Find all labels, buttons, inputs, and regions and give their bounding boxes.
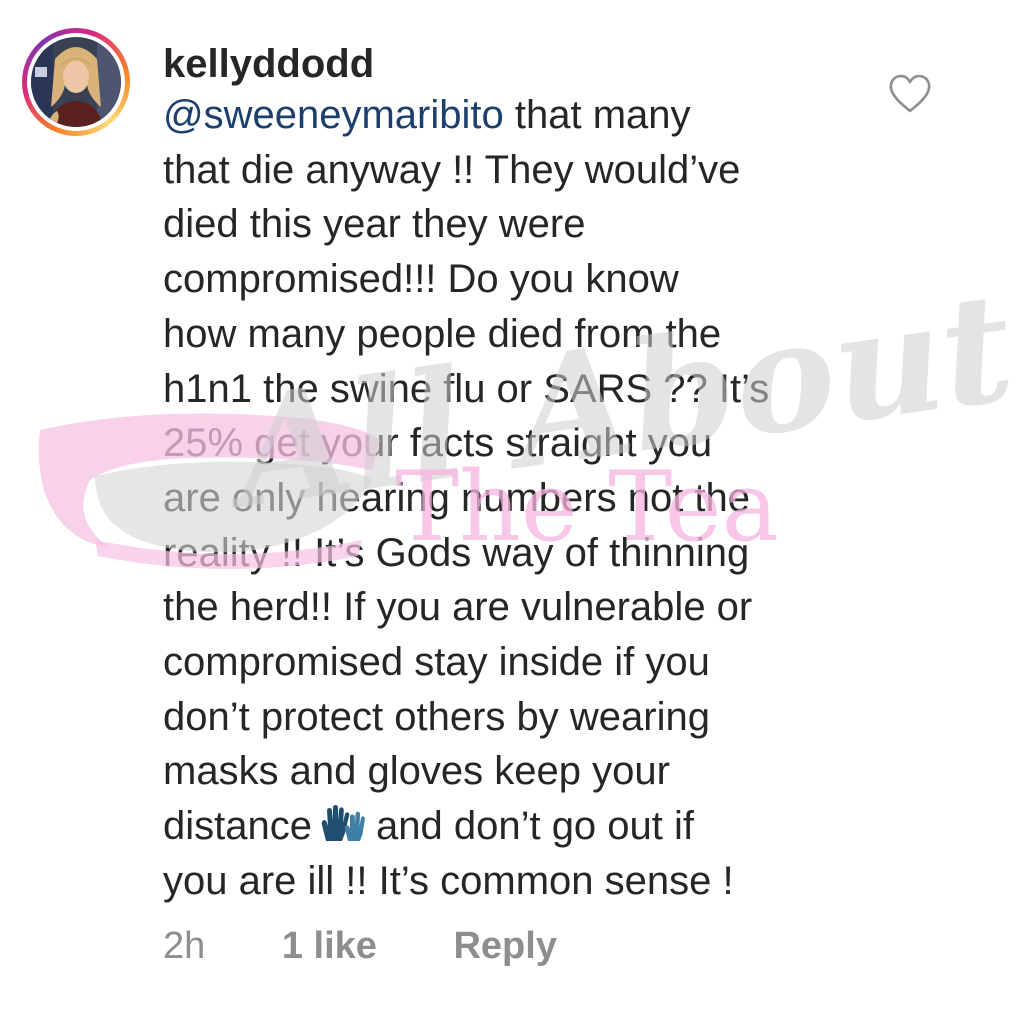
comment-line: distance and don’t go out if (163, 799, 863, 854)
comment-item: kellyddodd @sweeneymaribito that many th… (0, 0, 1024, 1024)
comment-line: compromised stay inside if you (163, 640, 710, 685)
comment-line: died this year they were (163, 202, 586, 247)
heart-outline-icon[interactable] (888, 74, 932, 114)
comment-line: are only hearing numbers not the (163, 475, 751, 520)
comment-line: reality !! It’s Gods way of thinning (163, 530, 750, 575)
comment-text: that many (503, 93, 691, 137)
avatar-photo (31, 37, 121, 127)
comment-line: don’t protect others by wearing (163, 694, 710, 739)
comment-meta: 2h 1 like Reply (163, 922, 557, 970)
comment-text: distance (163, 804, 312, 849)
comment-line: you are ill !! It’s common sense ! (163, 858, 734, 903)
comment-line: masks and gloves keep your (163, 749, 670, 794)
comment-line: h1n1 the swine flu or SARS ?? It’s (163, 366, 770, 411)
comment-body: @sweeneymaribito that many that die anyw… (163, 88, 863, 909)
avatar[interactable] (22, 28, 130, 136)
comment-timestamp: 2h (163, 925, 206, 967)
reply-button[interactable]: Reply (453, 922, 556, 970)
gloves-emoji-icon (318, 803, 370, 843)
comment-line: the herd!! If you are vulnerable or (163, 585, 753, 630)
comment-line: compromised!!! Do you know (163, 257, 679, 302)
comment-line: that die anyway !! They would’ve (163, 147, 741, 192)
comment-text: and don’t go out if (375, 804, 695, 849)
likes-count-link[interactable]: 1 like (282, 922, 377, 970)
profile-photo-icon (31, 37, 121, 127)
comment-line: @sweeneymaribito that many (163, 88, 863, 143)
comment-line: how many people died from the (163, 311, 722, 356)
mention-link[interactable]: @sweeneymaribito (163, 93, 504, 137)
comment-line: 25% get your facts straight you (163, 421, 713, 466)
comment-username[interactable]: kellyddodd (163, 40, 374, 88)
